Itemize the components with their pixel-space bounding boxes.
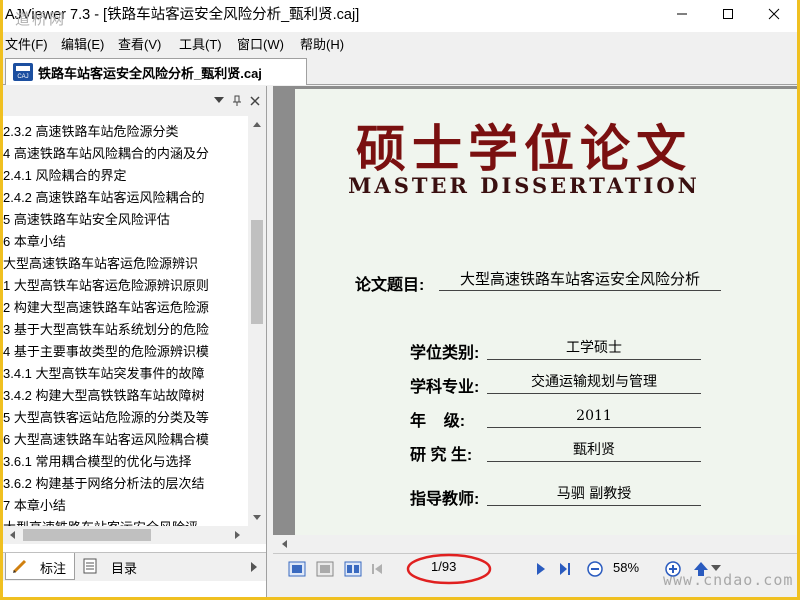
scroll-up-icon [253,122,261,127]
toc-item[interactable]: 大型高速铁路车站客运危险源辨识 [3,253,198,274]
zoom-out-button[interactable] [585,559,605,579]
field-value: 甄利贤 [487,439,701,462]
dropdown-arrow-icon[interactable] [214,97,224,105]
watermark-top: 道桥网 [15,10,67,28]
svg-text:CAJ: CAJ [17,74,28,80]
zoom-level[interactable]: 58% [613,560,639,575]
facing-page-icon [344,561,362,577]
document-page: 硕士学位论文 MASTER DISSERTATION 论文题目: 大型高速铁路车… [295,89,797,535]
page-title-cn: 硕士学位论文 [356,119,692,178]
tab-annotate-label: 标注 [40,561,67,576]
single-page-button[interactable] [287,559,307,579]
document-view: 硕士学位论文 MASTER DISSERTATION 论文题目: 大型高速铁路车… [273,86,797,597]
toc-item[interactable]: 2.3.2 高速铁路车站危险源分类 [3,121,179,142]
thesis-title-value: 大型高速铁路车站客运安全风险分析 [439,268,721,291]
pencil-icon [12,559,27,574]
field-value: 马驷 副教授 [487,483,701,506]
field-value: 2011 [487,405,701,428]
document-tab-bar: CAJ 铁路车站客运安全风险分析_甄利贤.caj [3,52,797,85]
toc-item[interactable]: 5 大型高铁客运站危险源的分类及等 [3,407,209,428]
maximize-button[interactable] [705,0,751,28]
sidebar: 2.3.2 高速铁路车站危险源分类 4 高速铁路车站风险耦合的内涵及分 2.4.… [3,86,267,597]
menu-window[interactable]: 窗口(W) [237,34,284,53]
scroll-down-icon [253,515,261,520]
next-page-button[interactable] [531,559,551,579]
single-page-icon [288,561,306,577]
minimize-button[interactable] [659,0,705,28]
next-page-icon [537,563,545,575]
tab-next-icon[interactable] [249,561,259,573]
toc-item[interactable]: 2.4.1 风险耦合的界定 [3,165,127,186]
field-value: 交通运输规划与管理 [487,371,701,394]
table-of-contents: 2.3.2 高速铁路车站危险源分类 4 高速铁路车站风险耦合的内涵及分 2.4.… [3,116,248,526]
app-window: AJViewer 7.3 - [铁路车站客运安全风险分析_甄利贤.caj] 文件… [3,0,797,597]
last-page-button[interactable] [555,559,575,579]
menu-bar: 文件(F) 编辑(E) 查看(V) 工具(T) 窗口(W) 帮助(H) 中 [3,32,797,84]
menu-file[interactable]: 文件(F) [5,34,48,53]
close-icon [768,8,780,20]
sidebar-header [3,86,266,116]
menu-help[interactable]: 帮助(H) [300,34,344,53]
scroll-right-icon [235,531,240,539]
close-panel-icon[interactable] [250,96,260,106]
toc-item[interactable]: 6 大型高速铁路车站客运风险耦合模 [3,429,209,450]
sidebar-tabs: 标注 目录 [3,552,266,581]
toc-item[interactable]: 2.4.2 高速铁路车站客运风险耦合的 [3,187,205,208]
field-label: 学科专业: [410,379,480,396]
thesis-title-label: 论文题目: [355,277,425,294]
first-page-button[interactable] [367,559,387,579]
caj-file-icon: CAJ [13,63,33,81]
toc-item[interactable]: 3.6.1 常用耦合模型的优化与选择 [3,451,192,472]
close-button[interactable] [751,0,797,28]
watermark-bottom: www.cndao.com [663,571,794,589]
last-page-icon [560,563,570,575]
field-label: 学位类别: [410,345,480,362]
sidebar-scroll-thumb[interactable] [251,220,263,324]
sidebar-hscroll-thumb[interactable] [23,529,151,541]
toc-item[interactable]: 5 高速铁路车站安全风险评估 [3,209,170,230]
toc-item[interactable]: 大型高速铁路车站客运安全风险评 [3,517,198,526]
zoom-out-icon [587,561,603,577]
minimize-icon [677,13,687,15]
toc-item[interactable]: 3.6.2 构建基于网络分析法的层次结 [3,473,205,494]
document-tab[interactable]: CAJ 铁路车站客运安全风险分析_甄利贤.caj [5,58,307,85]
field-value: 工学硕士 [487,337,701,360]
continuous-page-button[interactable] [315,559,335,579]
sidebar-horizontal-scrollbar[interactable] [3,526,266,544]
continuous-page-icon [316,561,334,577]
pin-icon[interactable] [232,95,242,107]
toc-item[interactable]: 3.4.2 构建大型高铁铁路车站故障树 [3,385,205,406]
field-label: 研 究 生: [410,447,473,464]
toc-item[interactable]: 2 构建大型高速铁路车站客运危险源 [3,297,209,318]
title-bar: AJViewer 7.3 - [铁路车站客运安全风险分析_甄利贤.caj] [3,0,797,32]
tab-annotate[interactable]: 标注 [5,553,75,580]
page-title-en: MASTER DISSERTATION [348,173,700,198]
scroll-left-icon [282,540,287,548]
field-label: 年 级: [410,413,466,430]
facing-page-button[interactable] [343,559,363,579]
toc-item[interactable]: 7 本章小结 [3,495,66,516]
menu-view[interactable]: 查看(V) [118,34,161,53]
contents-icon [83,558,97,574]
sidebar-vertical-scrollbar[interactable] [248,116,266,526]
maximize-icon [723,9,733,19]
menu-tools[interactable]: 工具(T) [179,34,222,53]
tab-contents[interactable]: 目录 [79,553,143,579]
toc-item[interactable]: 4 基于主要事故类型的危险源辨识模 [3,341,209,362]
toc-item[interactable]: 1 大型高铁车站客运危险源辨识原则 [3,275,209,296]
toc-item[interactable]: 3 基于大型高铁车站系统划分的危险 [3,319,209,340]
field-label: 指导教师: [410,491,480,508]
tab-contents-label: 目录 [111,561,138,576]
toc-item[interactable]: 6 本章小结 [3,231,66,252]
scroll-left-icon [10,531,15,539]
annotation-ellipse [406,553,492,585]
toc-item[interactable]: 3.4.1 大型高铁车站突发事件的故障 [3,363,205,384]
toc-item[interactable]: 4 高速铁路车站风险耦合的内涵及分 [3,143,209,164]
menu-edit[interactable]: 编辑(E) [61,34,104,53]
first-page-icon [372,564,382,574]
document-horizontal-scrollbar[interactable] [273,535,797,553]
document-tab-label: 铁路车站客运安全风险分析_甄利贤.caj [38,65,262,81]
